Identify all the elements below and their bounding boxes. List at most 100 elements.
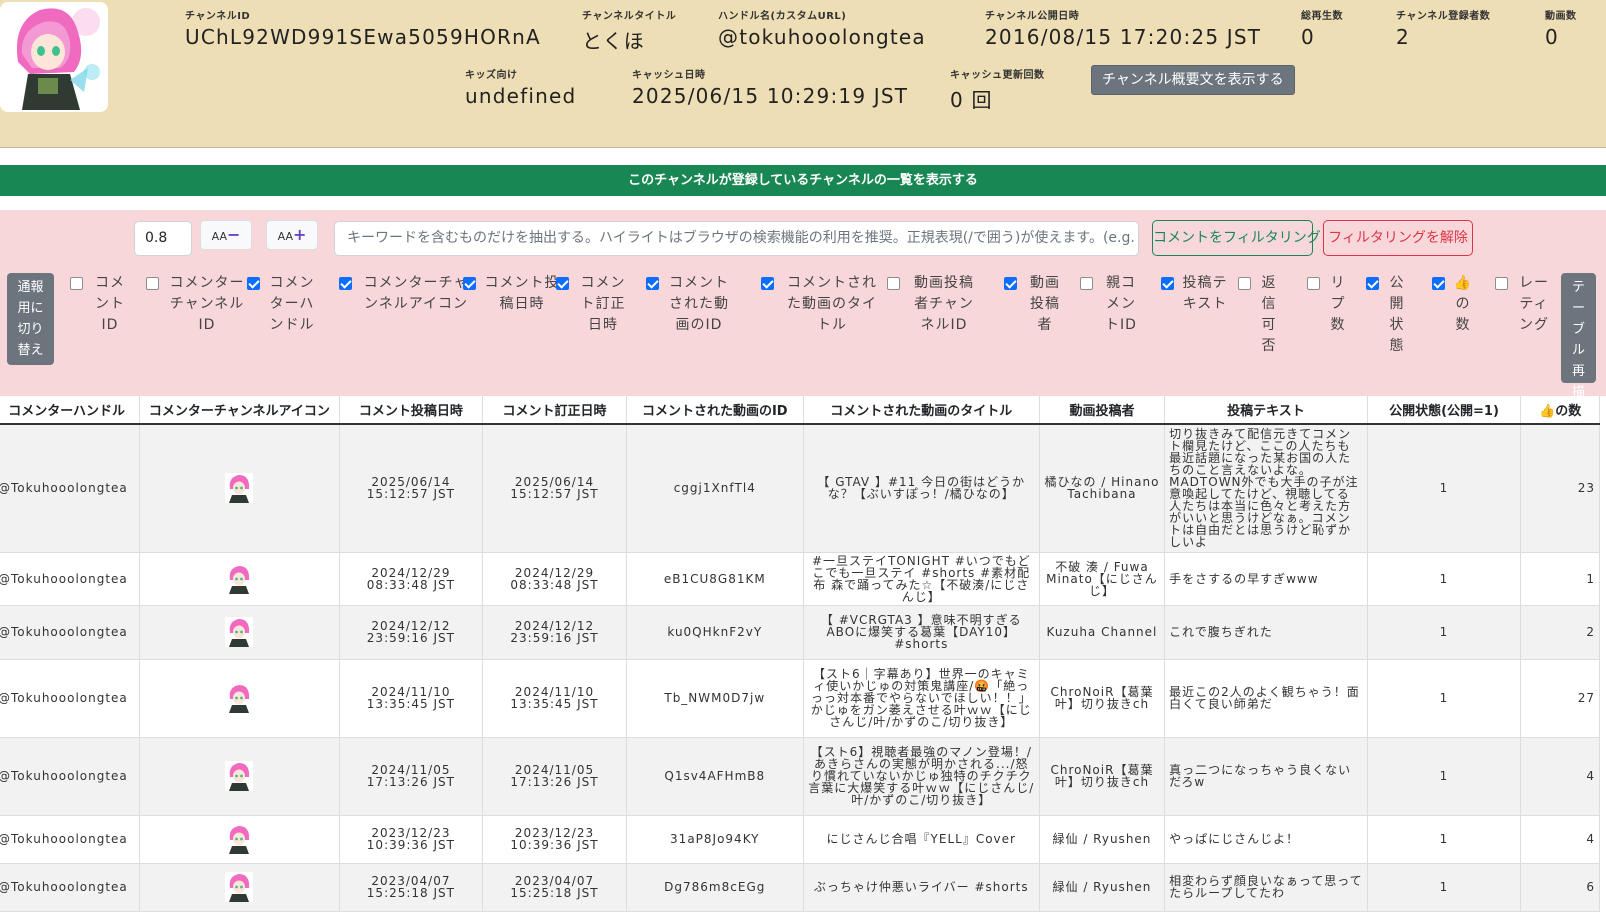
table-row: @Tokuhooolongtea 2023/04/07 15:25:18 JST 2… (0, 863, 1600, 912)
cell-edited: 2023/04/07 15:25:18 JST (482, 863, 627, 912)
column-checkbox[interactable] (887, 277, 900, 290)
column-checkbox[interactable] (339, 277, 352, 290)
handle-label: ハンドル名(カスタムURL) (718, 11, 847, 22)
column-header[interactable]: 投稿テキスト (1164, 396, 1368, 425)
column-header[interactable]: 動画投稿者 (1039, 396, 1166, 425)
cell-video-id: eB1CU8G81KM (626, 552, 804, 606)
column-checkbox[interactable] (1080, 277, 1093, 290)
column-toggle-2[interactable]: コメンターハンドル (247, 273, 316, 336)
column-header[interactable]: コメントされた動画のID (626, 396, 804, 425)
cache-date-field: キャッシュ日時 2025/06/15 10:29:19 JST (632, 66, 908, 108)
plus-icon: + (292, 225, 307, 244)
cell-handle: @Tokuhooolongtea (0, 605, 141, 660)
column-toggle-1[interactable]: コメンターチャンネルID (146, 273, 247, 336)
column-toggle-5[interactable]: コメント訂正日時 (556, 273, 629, 336)
column-toggle-14[interactable]: 公開状態 (1366, 273, 1407, 357)
column-toggle-label: コメンターハンドル (269, 275, 315, 333)
clear-filter-button[interactable]: フィルタリングを解除 (1323, 220, 1473, 256)
channel-header: チャンネルID UChL92WD991SEwa5059HORnA チャンネルタイ… (0, 0, 1606, 148)
cell-handle: @Tokuhooolongtea (0, 552, 141, 606)
report-mode-toggle[interactable]: 通報用に切り替え (7, 273, 54, 365)
cell-posted: 2023/12/23 10:39:36 JST (339, 815, 484, 864)
column-header[interactable]: コメンターハンドル (0, 396, 141, 425)
cell-uploader: 緑仙 / Ryushen (1039, 815, 1166, 864)
column-checkbox[interactable] (556, 277, 569, 290)
keyword-filter-input[interactable]: キーワードを含むものだけを抽出する。ハイライトはブラウザの検索機能の利用を推奨。… (334, 221, 1139, 256)
column-toggle-12[interactable]: 返信可否 (1238, 273, 1279, 357)
column-checkbox[interactable] (1307, 277, 1320, 290)
cell-likes: 23 (1520, 424, 1600, 553)
cell-uploader: 不破 湊 / Fuwa Minato【にじさんじ】 (1039, 552, 1166, 606)
column-toggle-16[interactable]: レーティング (1495, 273, 1552, 336)
filter-comments-button[interactable]: コメントをフィルタリング (1152, 220, 1321, 256)
column-checkbox[interactable] (146, 277, 159, 290)
cell-uploader: ChroNoiR【葛葉叶】切り抜きch (1039, 659, 1166, 738)
column-header[interactable]: コメント訂正日時 (482, 396, 627, 425)
cell-text: 切り抜きみて配信元きてコメント欄見たけど、ここの人たちも最近話題になった某お国の… (1164, 424, 1368, 553)
column-checkbox[interactable] (1366, 277, 1379, 290)
column-toggle-0[interactable]: コメントID (70, 273, 129, 336)
commenter-avatar (225, 872, 254, 902)
table-row: @Tokuhooolongtea 2024/12/12 23:59:16 JST 2… (0, 605, 1600, 660)
cell-video-title: 【 #VCRGTA3 】意味不明すぎるABOに爆笑する葛葉【DAY10】 #sh… (803, 605, 1040, 660)
channel-title-field: チャンネルタイトル とくほ (582, 7, 676, 54)
table-row: @Tokuhooolongtea 2025/06/14 15:12:57 JST 2… (0, 424, 1600, 553)
table-row: @Tokuhooolongtea 2024/11/10 13:35:45 JST 2… (0, 659, 1600, 738)
column-checkbox[interactable] (463, 277, 476, 290)
column-toggle-4[interactable]: コメント投稿日時 (463, 273, 560, 315)
videos-value: 0 (1545, 25, 1559, 49)
font-increase-button[interactable]: AA+ (266, 220, 318, 250)
cell-likes: 6 (1520, 863, 1600, 912)
handle-field: ハンドル名(カスタムURL) @tokuhooolongtea (718, 7, 926, 49)
column-checkbox[interactable] (646, 277, 659, 290)
cell-video-id: Dg786m8cEGg (626, 863, 804, 912)
cell-posted: 2025/06/14 15:12:57 JST (339, 424, 484, 553)
column-checkbox[interactable] (1432, 277, 1445, 290)
cache-updates-field: キャッシュ更新回数 0 回 (950, 66, 1045, 113)
commenter-icon-cell (139, 424, 340, 553)
column-toggle-label: コメントされた動画のID (669, 275, 729, 333)
table-header-row: コメンターハンドル コメンターチャンネルアイコン コメント投稿日時 コメント訂正日時コ… (0, 396, 1600, 425)
commenter-icon-cell (139, 815, 340, 864)
column-toggle-10[interactable]: 親コメントID (1080, 273, 1141, 336)
column-toggle-6[interactable]: コメントされた動画のID (646, 273, 731, 336)
column-header[interactable]: コメント投稿日時 (339, 396, 484, 425)
cell-edited: 2024/12/29 08:33:48 JST (482, 552, 627, 606)
column-toggle-13[interactable]: リプ数 (1307, 273, 1348, 336)
column-checkbox[interactable] (1161, 277, 1174, 290)
column-checkbox[interactable] (1004, 277, 1017, 290)
column-toggle-label: 投稿テキスト (1182, 275, 1228, 312)
column-toggle-label: 動画投稿者チャンネルID (914, 275, 974, 333)
column-checkbox[interactable] (761, 277, 774, 290)
column-toggle-label: 返信可否 (1261, 275, 1277, 354)
column-header[interactable]: 👍の数 (1520, 396, 1600, 425)
column-header[interactable]: 公開状態(公開=1) (1367, 396, 1522, 425)
column-toggle-8[interactable]: 動画投稿者チャンネルID (887, 273, 980, 336)
column-toggle-label: コメントID (95, 275, 125, 333)
column-toggle-15[interactable]: 👍の数 (1432, 273, 1473, 336)
commenter-icon-cell (139, 605, 340, 660)
show-about-button[interactable]: チャンネル概要文を表示する (1091, 65, 1295, 95)
published-field: チャンネル公開日時 2016/08/15 17:20:25 JST (985, 7, 1261, 49)
font-decrease-button[interactable]: AA− (200, 220, 252, 250)
column-checkbox[interactable] (1238, 277, 1251, 290)
font-scale-input[interactable]: 0.8 (134, 221, 192, 256)
show-subscriptions-button[interactable]: このチャンネルが登録しているチャンネルの一覧を表示する (0, 165, 1606, 196)
cell-video-title: 【 GTAV 】#11 今日の街はどうかな？【ぶいすぽっ！/橘ひなの】 (803, 424, 1040, 553)
cell-public: 1 (1367, 815, 1522, 864)
column-toggle-3[interactable]: コメンターチャンネルアイコン (339, 273, 472, 315)
column-checkbox[interactable] (70, 277, 83, 290)
cell-text: 真っ二つになっちゃう良くないだろw (1164, 737, 1368, 816)
column-toggle-11[interactable]: 投稿テキスト (1161, 273, 1228, 315)
column-header[interactable]: コメンターチャンネルアイコン (139, 396, 340, 425)
cell-handle: @Tokuhooolongtea (0, 863, 141, 912)
column-header[interactable]: コメントされた動画のタイトル (803, 396, 1040, 425)
column-checkbox[interactable] (1495, 277, 1508, 290)
channel-avatar (0, 2, 108, 112)
column-toggle-9[interactable]: 動画投稿者 (1004, 273, 1065, 336)
column-toggle-7[interactable]: コメントされた動画のタイトル (761, 273, 882, 336)
column-checkbox[interactable] (247, 277, 260, 290)
redraw-table-button[interactable]: テーブル再描画 (1561, 273, 1596, 421)
column-toggle-label: コメントされた動画のタイトル (787, 275, 877, 333)
font-increase-label: AA (277, 230, 293, 243)
